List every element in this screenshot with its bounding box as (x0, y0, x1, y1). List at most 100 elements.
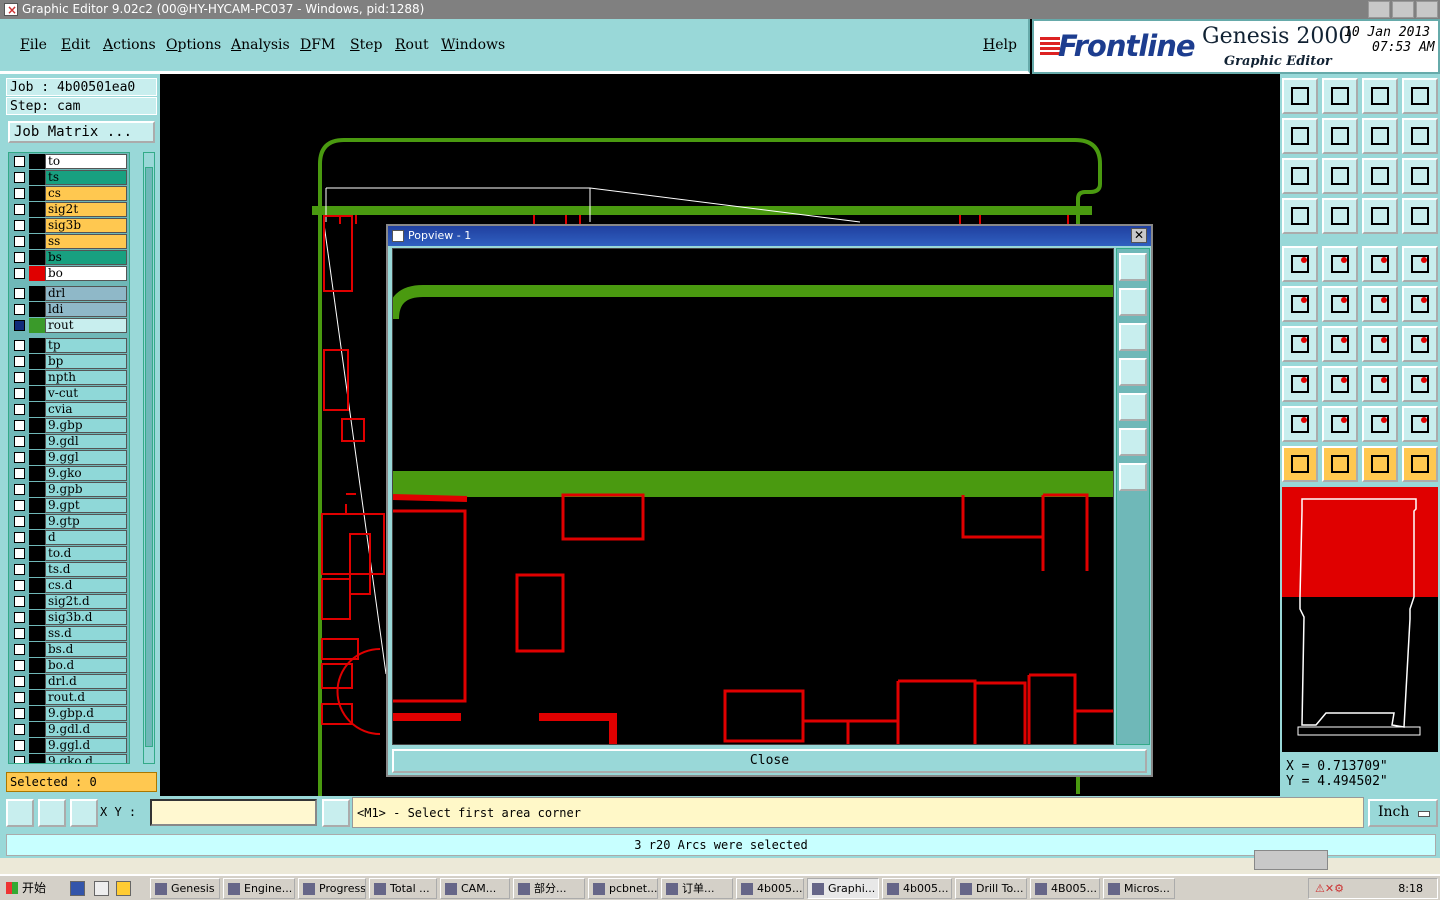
layer-checkbox[interactable] (14, 220, 25, 231)
layer-color-swatch[interactable] (29, 498, 45, 513)
layer-row[interactable]: ss (9, 233, 129, 249)
layer-row[interactable]: 9.gko.d (9, 753, 129, 763)
layer-checkbox[interactable] (14, 356, 25, 367)
layer-name[interactable]: 9.gko.d (45, 754, 127, 763)
probe-icon[interactable] (1322, 198, 1358, 234)
layer-checkbox[interactable] (14, 692, 25, 703)
layer-row[interactable]: sig2t (9, 201, 129, 217)
layer-row[interactable]: to.d (9, 545, 129, 561)
add-line-icon[interactable] (1362, 286, 1398, 322)
layer-row[interactable]: ts (9, 169, 129, 185)
layer-color-swatch[interactable] (29, 754, 45, 763)
layer-color-swatch[interactable] (29, 466, 45, 481)
popview-close-button[interactable]: Close (392, 749, 1147, 773)
layer-color-swatch[interactable] (29, 250, 45, 265)
layer-name[interactable]: drl.d (45, 674, 127, 689)
window-icon[interactable] (1402, 78, 1438, 114)
taskbar-task[interactable]: Drill To... (955, 878, 1027, 899)
popview-pan-left-icon[interactable] (1119, 358, 1147, 386)
taskbar-task[interactable]: Progress (298, 878, 366, 899)
layer-color-swatch[interactable] (29, 402, 45, 417)
layer-checkbox[interactable] (14, 372, 25, 383)
layer-row[interactable]: drl.d (9, 673, 129, 689)
layer-row[interactable]: bp (9, 353, 129, 369)
layer-color-swatch[interactable] (29, 626, 45, 641)
layer-checkbox[interactable] (14, 388, 25, 399)
layer-checkbox[interactable] (14, 724, 25, 735)
xy-input[interactable] (150, 799, 317, 826)
layer-checkbox[interactable] (14, 436, 25, 447)
layer-row[interactable]: 9.gdl (9, 433, 129, 449)
menu-actions[interactable]: Actions (103, 37, 156, 53)
layer-name[interactable]: 9.gpb (45, 482, 127, 497)
layer-row[interactable]: ts.d (9, 561, 129, 577)
layer-name[interactable]: 9.gpt (45, 498, 127, 513)
center-icon[interactable] (1322, 158, 1358, 194)
menu-dfm[interactable]: DFM (300, 37, 335, 53)
maximize-button[interactable] (1392, 1, 1414, 18)
arc-icon[interactable] (1362, 326, 1398, 362)
layer-checkbox[interactable] (14, 596, 25, 607)
layer-row[interactable]: 9.gko (9, 465, 129, 481)
layer-checkbox[interactable] (14, 660, 25, 671)
layer-color-swatch[interactable] (29, 170, 45, 185)
layer-row[interactable]: sig2t.d (9, 593, 129, 609)
board-overview-map[interactable] (1282, 487, 1438, 752)
line-icon[interactable] (1322, 326, 1358, 362)
layer-row[interactable]: sig3b (9, 217, 129, 233)
net-highlight-icon[interactable] (1402, 198, 1438, 234)
snap-settings-icon[interactable] (1282, 198, 1318, 234)
layer-row[interactable]: v-cut (9, 385, 129, 401)
measure-icon[interactable] (38, 799, 66, 827)
add-arc-icon[interactable] (1402, 286, 1438, 322)
layer-color-swatch[interactable] (29, 218, 45, 233)
layer-row[interactable]: cs.d (9, 577, 129, 593)
net-icon[interactable] (1362, 198, 1398, 234)
layer-name[interactable]: sig3b.d (45, 610, 127, 625)
layer-name[interactable]: sig2t (45, 202, 127, 217)
popview-pan-down-icon[interactable] (1119, 323, 1147, 351)
taskbar-task[interactable]: 部分... (513, 878, 585, 899)
taskbar-task[interactable]: 4B005... (1030, 878, 1100, 899)
layer-name[interactable]: bo.d (45, 658, 127, 673)
layer-checkbox[interactable] (14, 708, 25, 719)
select-area-icon[interactable] (1402, 446, 1438, 482)
layer-name[interactable]: 9.ggl (45, 450, 127, 465)
layer-row[interactable]: cvia (9, 401, 129, 417)
layer-name[interactable]: 9.gtp (45, 514, 127, 529)
layer-name[interactable]: ldi (45, 302, 127, 317)
layer-color-swatch[interactable] (29, 706, 45, 721)
popview-window[interactable]: Popview - 1 ✕ Close (386, 224, 1153, 777)
popview-title-bar[interactable]: Popview - 1 ✕ (388, 226, 1151, 246)
job-matrix-button[interactable]: Job Matrix ... (8, 121, 155, 143)
redo-view-icon[interactable] (1402, 118, 1438, 154)
layer-name[interactable]: ss (45, 234, 127, 249)
undo-view-icon[interactable] (1362, 118, 1398, 154)
layer-row[interactable]: d (9, 529, 129, 545)
layer-name[interactable]: 9.gbp (45, 418, 127, 433)
layer-checkbox[interactable] (14, 548, 25, 559)
taskbar-task[interactable]: Genesis (150, 878, 220, 899)
fit-icon[interactable] (1282, 158, 1318, 194)
layer-color-swatch[interactable] (29, 338, 45, 353)
add-node-icon[interactable] (1282, 286, 1318, 322)
layer-name[interactable]: sig2t.d (45, 594, 127, 609)
layer-name[interactable]: v-cut (45, 386, 127, 401)
layer-color-swatch[interactable] (29, 266, 45, 281)
layer-checkbox[interactable] (14, 304, 25, 315)
layer-color-swatch[interactable] (29, 722, 45, 737)
pan-right-icon[interactable] (1322, 118, 1358, 154)
menu-analysis[interactable]: Analysis (231, 37, 290, 53)
layer-checkbox[interactable] (14, 500, 25, 511)
taskbar-task[interactable]: 4b005... (736, 878, 804, 899)
select-touch-icon[interactable] (1362, 446, 1398, 482)
layer-checkbox[interactable] (14, 516, 25, 527)
move-icon[interactable] (1322, 366, 1358, 402)
layer-checkbox[interactable] (14, 236, 25, 247)
layer-row[interactable]: sig3b.d (9, 609, 129, 625)
layer-checkbox[interactable] (14, 612, 25, 623)
taskbar-task[interactable]: pcbnet... (588, 878, 658, 899)
quicklaunch-desktop-icon[interactable] (94, 881, 109, 896)
layer-row[interactable]: rout.d (9, 689, 129, 705)
scrollbar-thumb[interactable] (145, 167, 153, 747)
